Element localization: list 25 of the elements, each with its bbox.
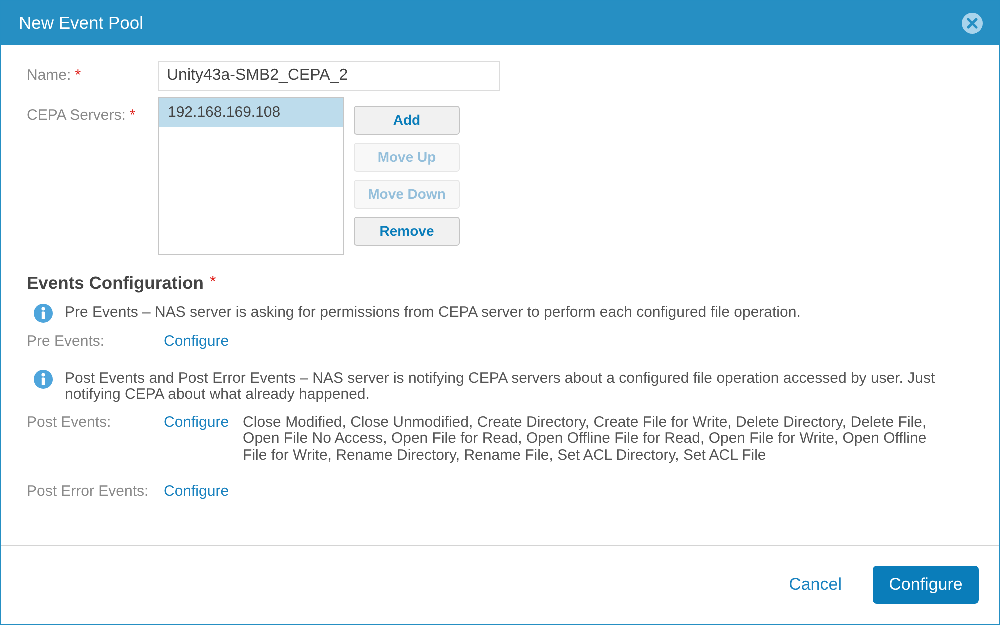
section-heading: Events Configuration: [27, 273, 204, 293]
info-text: Pre Events – NAS server is asking for permissions from CEPA server to perform each configured file operation.: [65, 304, 802, 322]
action-button[interactable]: Add: [354, 106, 460, 135]
action-button[interactable]: Remove: [354, 217, 460, 246]
setting-label: Post Error Events:: [27, 484, 150, 500]
configure-link[interactable]: Configure: [164, 334, 230, 350]
field-label: CEPA Servers:: [27, 106, 126, 126]
configure-link[interactable]: Configure: [164, 414, 230, 431]
info-icon: [34, 370, 53, 388]
required-mark: *: [210, 273, 216, 293]
required-mark: *: [130, 106, 136, 126]
required-mark: *: [75, 66, 82, 86]
cancel-button[interactable]: Cancel: [789, 572, 842, 598]
configure-link[interactable]: Configure: [164, 484, 230, 500]
list-item[interactable]: 192.168.169.108: [159, 98, 343, 127]
name-input[interactable]: Unity43a-SMB2_CEPA_2: [158, 61, 500, 91]
setting-label: Pre Events:: [27, 334, 106, 350]
info-text: Post Events and Post Error Events – NAS server is notifying CEPA servers about a configured file operation accessed by user. Just notifying CEPA about what already happened.: [65, 370, 936, 404]
dialog-title: New Event Pool: [19, 12, 144, 35]
event-list-text: Close Modified, Close Unmodified, Create Directory, Create File for Write, Delete Directory, Delete File, Open File No Access, Open File for Read, Open Offline File for Read, Open File for Write, Open Offline File for Write, Rename Directory, Rename File, Set ACL Directory, Set ACL File: [243, 414, 928, 464]
primary-button[interactable]: Configure: [873, 566, 979, 604]
field-label: Name:: [27, 66, 72, 86]
info-icon: [34, 304, 53, 323]
close-icon[interactable]: [962, 12, 983, 34]
setting-label: Post Events:: [27, 414, 112, 431]
